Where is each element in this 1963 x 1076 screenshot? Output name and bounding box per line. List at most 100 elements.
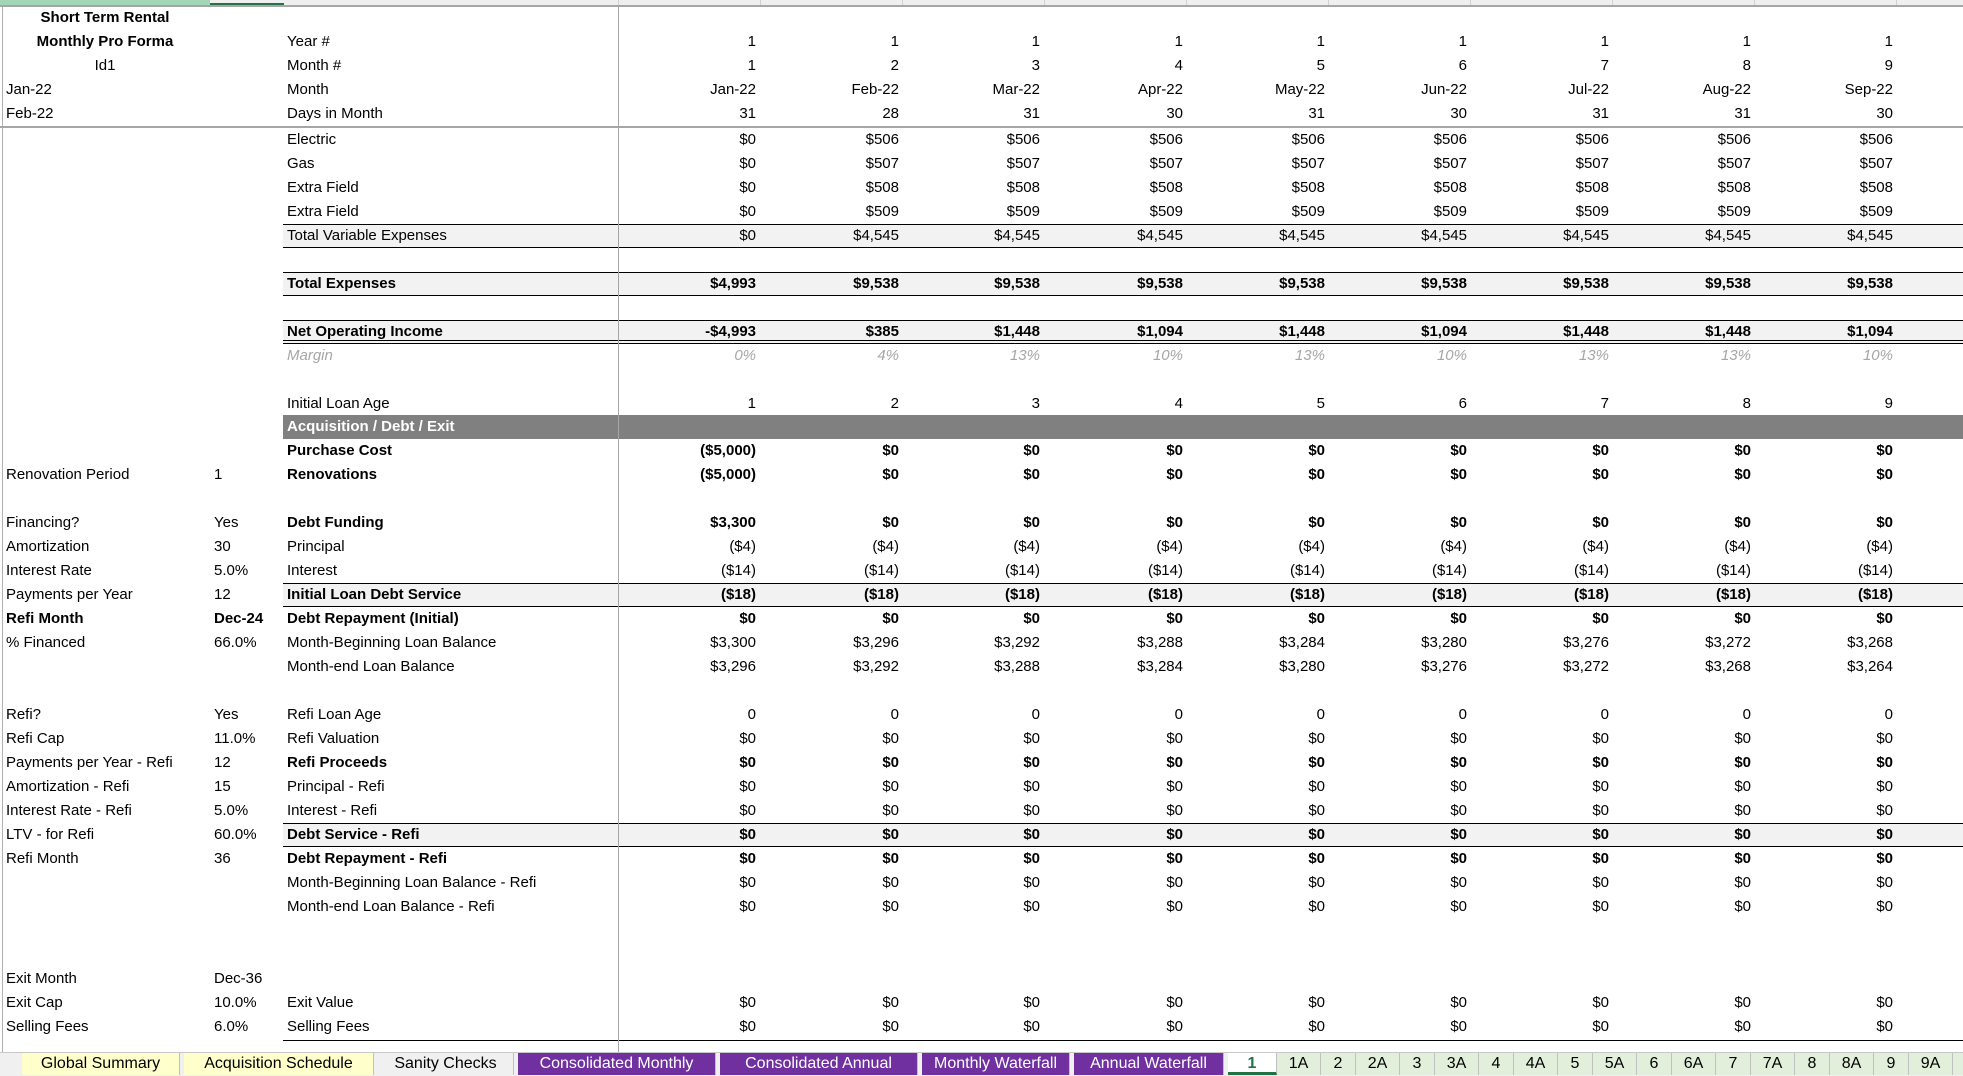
input-value-cell[interactable]: 15: [214, 775, 284, 799]
month-value-cell[interactable]: $508: [1053, 176, 1183, 200]
month-value-cell[interactable]: $0: [769, 847, 913, 871]
month-value-cell[interactable]: 1: [626, 392, 756, 416]
month-value-cell[interactable]: 2: [769, 392, 899, 416]
sheet-tab-consolidated-monthly[interactable]: Consolidated Monthly: [518, 1053, 716, 1075]
month-value-cell[interactable]: 31: [910, 102, 1040, 126]
month-value-cell[interactable]: $506: [1337, 128, 1467, 152]
month-value-cell[interactable]: 30: [1763, 102, 1893, 126]
month-value-cell[interactable]: $0: [910, 439, 1054, 463]
month-value-cell[interactable]: $0: [626, 152, 756, 176]
month-value-cell[interactable]: $0: [769, 439, 913, 463]
input-label-cell[interactable]: Interest Rate: [6, 559, 206, 583]
month-value-cell[interactable]: $0: [1195, 799, 1325, 823]
month-value-cell[interactable]: $0: [910, 463, 1054, 487]
month-value-cell[interactable]: $0: [1479, 775, 1609, 799]
month-value-cell[interactable]: $0: [1053, 607, 1197, 631]
month-value-cell[interactable]: 4: [1053, 54, 1183, 78]
month-value-cell[interactable]: $0: [1195, 871, 1325, 895]
month-value-cell[interactable]: $3,288: [910, 655, 1040, 679]
month-value-cell[interactable]: $0: [769, 991, 899, 1015]
month-value-cell[interactable]: $4,545: [1337, 224, 1467, 248]
month-value-cell[interactable]: May-22: [1195, 78, 1325, 102]
month-value-cell[interactable]: $3,280: [1195, 655, 1325, 679]
month-value-cell[interactable]: $0: [1621, 799, 1751, 823]
month-value-cell[interactable]: $506: [1479, 128, 1609, 152]
month-value-cell[interactable]: $0: [1763, 463, 1907, 487]
month-value-cell[interactable]: Apr-22: [1053, 78, 1183, 102]
row-label-cell[interactable]: Year #: [287, 30, 617, 54]
month-value-cell[interactable]: 4: [1053, 392, 1183, 416]
month-value-cell[interactable]: $0: [1053, 439, 1197, 463]
input-label-cell[interactable]: Exit Cap: [6, 991, 206, 1015]
month-value-cell[interactable]: ($18): [1479, 583, 1623, 607]
month-value-cell[interactable]: Jan-22: [626, 78, 756, 102]
month-value-cell[interactable]: Sep-22: [1763, 78, 1893, 102]
month-value-cell[interactable]: ($4): [1621, 535, 1751, 559]
month-value-cell[interactable]: $0: [1053, 847, 1197, 871]
row-label-cell[interactable]: Initial Loan Age: [287, 392, 617, 416]
month-value-cell[interactable]: 0: [1053, 703, 1183, 727]
month-value-cell[interactable]: $507: [1479, 152, 1609, 176]
input-label-cell[interactable]: Refi?: [6, 703, 206, 727]
month-value-cell[interactable]: $0: [1337, 1015, 1467, 1039]
row-label-cell[interactable]: Debt Repayment - Refi: [287, 847, 617, 871]
month-value-cell[interactable]: 1: [1195, 30, 1325, 54]
sheet-tab-7[interactable]: 7: [1716, 1053, 1751, 1075]
month-value-cell[interactable]: $0: [1337, 823, 1481, 847]
input-value-cell[interactable]: Yes: [214, 703, 284, 727]
month-value-cell[interactable]: $0: [1195, 1015, 1325, 1039]
month-value-cell[interactable]: Aug-22: [1621, 78, 1751, 102]
month-value-cell[interactable]: $3,300: [626, 511, 770, 535]
month-value-cell[interactable]: $3,296: [769, 631, 899, 655]
month-value-cell[interactable]: $0: [769, 871, 899, 895]
month-value-cell[interactable]: 28: [769, 102, 899, 126]
month-value-cell[interactable]: 0%: [626, 344, 756, 368]
month-value-cell[interactable]: $0: [1053, 775, 1183, 799]
month-value-cell[interactable]: $9,538: [910, 272, 1054, 296]
row-label-cell[interactable]: Month #: [287, 54, 617, 78]
month-value-cell[interactable]: $0: [1337, 607, 1481, 631]
month-value-cell[interactable]: $0: [1195, 847, 1339, 871]
row-label-cell[interactable]: Interest: [287, 559, 617, 583]
month-value-cell[interactable]: $0: [626, 128, 756, 152]
sheet-tab-9a[interactable]: 9A: [1909, 1053, 1953, 1075]
input-label-cell[interactable]: Refi Month: [6, 607, 206, 631]
month-value-cell[interactable]: 0: [1195, 703, 1325, 727]
sheet-tab-8a[interactable]: 8A: [1830, 1053, 1874, 1075]
sheet-tab-3[interactable]: 3: [1400, 1053, 1435, 1075]
input-label-cell[interactable]: Payments per Year: [6, 583, 206, 607]
month-value-cell[interactable]: $0: [769, 727, 899, 751]
month-value-cell[interactable]: $4,545: [1053, 224, 1183, 248]
month-value-cell[interactable]: -$4,993: [626, 320, 770, 344]
row-label-cell[interactable]: Initial Loan Debt Service: [287, 583, 617, 607]
month-value-cell[interactable]: $1,448: [1621, 320, 1765, 344]
month-value-cell[interactable]: Jun-22: [1337, 78, 1467, 102]
month-value-cell[interactable]: 0: [769, 703, 899, 727]
month-value-cell[interactable]: ($18): [1195, 583, 1339, 607]
sheet-tab-annual-waterfall[interactable]: Annual Waterfall: [1074, 1053, 1224, 1075]
month-value-cell[interactable]: $509: [910, 200, 1040, 224]
month-value-cell[interactable]: $0: [1337, 895, 1467, 919]
month-value-cell[interactable]: ($14): [910, 559, 1040, 583]
month-value-cell[interactable]: $0: [1337, 991, 1467, 1015]
month-value-cell[interactable]: $0: [910, 607, 1054, 631]
month-value-cell[interactable]: 1: [910, 30, 1040, 54]
row-label-cell[interactable]: Month-Beginning Loan Balance - Refi: [287, 871, 617, 895]
month-value-cell[interactable]: $0: [626, 871, 756, 895]
month-value-cell[interactable]: 30: [1337, 102, 1467, 126]
month-value-cell[interactable]: $0: [1053, 1015, 1183, 1039]
month-value-cell[interactable]: $0: [1621, 511, 1765, 535]
sheet-tab-7a[interactable]: 7A: [1751, 1053, 1795, 1075]
month-value-cell[interactable]: $0: [1195, 439, 1339, 463]
month-value-cell[interactable]: $0: [1763, 871, 1893, 895]
month-value-cell[interactable]: $0: [1479, 895, 1609, 919]
month-value-cell[interactable]: $0: [1763, 799, 1893, 823]
month-value-cell[interactable]: $0: [1337, 727, 1467, 751]
month-value-cell[interactable]: $0: [769, 463, 913, 487]
sheet-tab-global-summary[interactable]: Global Summary: [22, 1053, 180, 1075]
month-value-cell[interactable]: 13%: [1195, 344, 1325, 368]
month-value-cell[interactable]: $0: [626, 847, 770, 871]
month-value-cell[interactable]: ($14): [1195, 559, 1325, 583]
month-value-cell[interactable]: Mar-22: [910, 78, 1040, 102]
row-label-cell[interactable]: Margin: [287, 344, 617, 368]
